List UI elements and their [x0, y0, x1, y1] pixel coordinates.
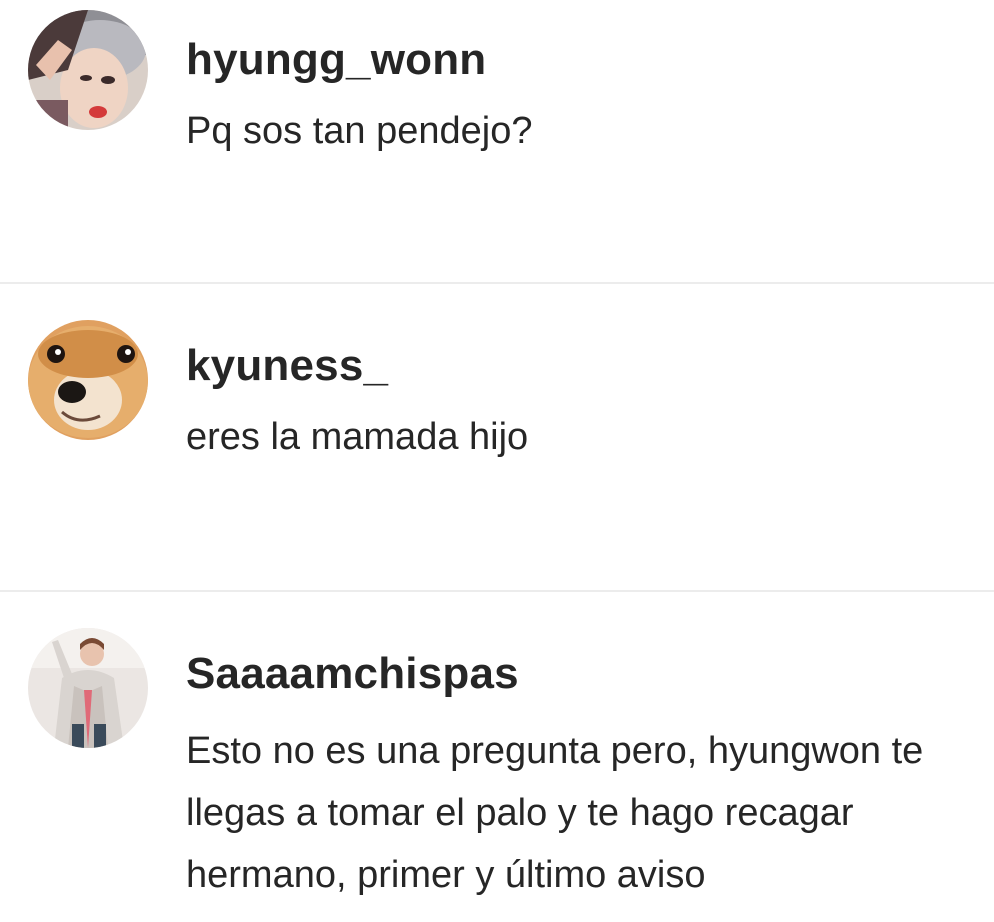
comment-text: eres la mamada hijo	[186, 416, 529, 458]
comment-text: Esto no es una pregunta pero, hyungwon t…	[186, 730, 924, 896]
comment-username[interactable]: kyuness_	[186, 340, 976, 392]
comment-username[interactable]: Saaaamchispas	[186, 648, 976, 700]
comment-item: Saaaamchispas Esto no es una pregunta pe…	[0, 592, 994, 922]
comment-username[interactable]: hyungg_wonn	[186, 34, 976, 86]
avatar[interactable]	[28, 320, 148, 440]
comment-item: kyuness_ eres la mamada hijo	[0, 284, 994, 590]
avatar[interactable]	[28, 628, 148, 748]
person-in-coat-avatar-icon	[28, 628, 148, 748]
shiba-dog-avatar-icon	[28, 320, 148, 440]
comment-item: hyungg_wonn Pq sos tan pendejo?	[0, 0, 994, 282]
comment-text: Pq sos tan pendejo?	[186, 110, 533, 152]
avatar[interactable]	[28, 10, 148, 130]
person-photo-avatar-icon	[28, 10, 148, 130]
